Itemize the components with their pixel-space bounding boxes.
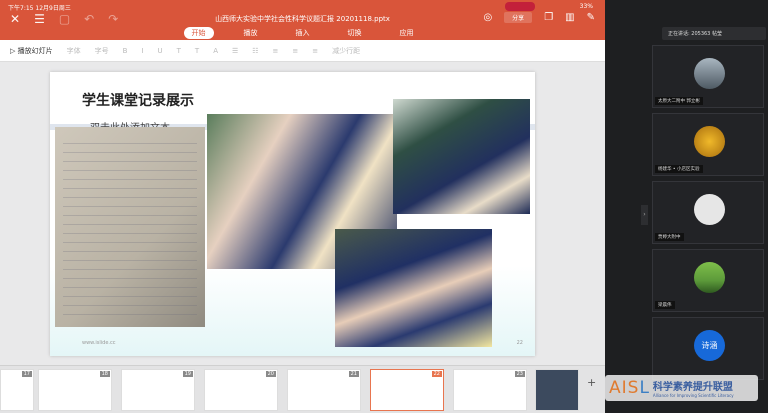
align-left-icon[interactable]: ≡ (273, 47, 279, 55)
participant-tile[interactable]: 杨建华 • 小店区实验 (652, 113, 764, 176)
align-center-icon[interactable]: ≡ (292, 47, 298, 55)
participant-name: 杨建华 • 小店区实验 (655, 165, 703, 173)
collapse-panel-icon[interactable]: › (641, 205, 648, 225)
font-size-select[interactable]: 字号 (95, 46, 109, 56)
status-time: 下午7:15 12月9日周三 (8, 5, 71, 12)
slide-title[interactable]: 学生课堂记录展示 (82, 90, 194, 110)
font-select[interactable]: 字体 (67, 46, 81, 56)
avatar (694, 126, 725, 157)
avatar (694, 194, 725, 225)
tab-apps[interactable]: 应用 (392, 27, 422, 39)
thumbnail-strip: 17 18 19 20 21 22 23 + (0, 365, 605, 413)
thumbnail[interactable] (535, 369, 579, 411)
tab-insert[interactable]: 插入 (288, 27, 318, 39)
slide-number: 22 (516, 340, 523, 346)
recording-indicator (505, 2, 535, 11)
align-right-icon[interactable]: ≡ (312, 47, 318, 55)
participant-name: 太原大二附中 郭立彬 (655, 97, 703, 105)
notes-lines (63, 135, 197, 319)
speaking-indicator: 正在讲话: 205363 帖莹 (662, 27, 766, 40)
header: 下午7:15 12月9日周三 33% ✕ ☰ ▢ ↶ ↷ 山西师大实验中学社会性… (0, 0, 605, 40)
underline-button[interactable]: U (158, 47, 163, 55)
participant-tile[interactable]: 诗涵 (652, 317, 764, 380)
tab-play[interactable]: 播放 (236, 27, 266, 39)
italic-button[interactable]: I (141, 47, 143, 55)
logo-letter-l: L (639, 378, 649, 398)
bullet-list-icon[interactable]: ☰ (232, 47, 238, 55)
thumbnail-active[interactable]: 22 (370, 369, 444, 411)
photo-classroom-3[interactable] (335, 229, 492, 347)
line-spacing-button[interactable]: 减少行距 (332, 46, 360, 56)
thumbnail[interactable]: 21 (287, 369, 361, 411)
font-color-button[interactable]: A (213, 47, 218, 55)
add-slide-icon[interactable]: + (587, 376, 596, 389)
book-icon[interactable]: ▥ (565, 12, 574, 23)
thumbnail[interactable]: 20 (204, 369, 278, 411)
number-list-icon[interactable]: ☷ (252, 47, 258, 55)
participant-name: 贾婷大附中 (655, 233, 684, 241)
thumbnail[interactable]: 18 (38, 369, 112, 411)
avatar: 诗涵 (694, 330, 725, 361)
collab-icon[interactable]: ◎ (483, 12, 492, 23)
slide-canvas[interactable]: 学生课堂记录展示 双击此处添加文本 www.islide.cc 22 (50, 72, 535, 356)
avatar (694, 262, 725, 293)
subscript-button[interactable]: T (195, 47, 199, 55)
toolbar: ▷ 播放幻灯片 字体 字号 B I U T T A ☰ ☷ ≡ ≡ ≡ 减少行距 (0, 40, 605, 62)
superscript-button[interactable]: T (177, 47, 181, 55)
bold-button[interactable]: B (123, 47, 128, 55)
share-button[interactable]: 分享 (504, 12, 533, 23)
thumbnail[interactable]: 19 (121, 369, 195, 411)
participant-name: 梁晨伟 (655, 301, 675, 309)
tab-start[interactable]: 开始 (183, 27, 214, 39)
presentation-app: 下午7:15 12月9日周三 33% ✕ ☰ ▢ ↶ ↷ 山西师大实验中学社会性… (0, 0, 605, 413)
participant-tile[interactable]: 贾婷大附中 (652, 181, 764, 244)
photo-notes[interactable] (55, 127, 205, 327)
play-slideshow-label: 播放幻灯片 (17, 46, 53, 55)
logo-letters-ais: AIS (609, 378, 640, 398)
logo-cn: 科学素养提升联盟 (652, 382, 733, 393)
tab-transition[interactable]: 切换 (340, 27, 370, 39)
copy-icon[interactable]: ❐ (544, 12, 553, 23)
participant-tile[interactable]: 太原大二附中 郭立彬 (652, 45, 764, 108)
thumbnail[interactable]: 23 (453, 369, 527, 411)
thumbnail[interactable]: 17 (0, 369, 34, 411)
battery: 33% (579, 3, 593, 10)
logo-en: Alliance for Improving Scientific Litera… (652, 393, 734, 398)
pen-icon[interactable]: ✎ (587, 12, 595, 23)
participant-tile[interactable]: 梁晨伟 (652, 249, 764, 312)
aisl-logo-watermark: AIS L 科学素养提升联盟 Alliance for Improving Scie… (605, 375, 758, 401)
play-slideshow-button[interactable]: ▷ 播放幻灯片 (10, 46, 53, 56)
slide-footer: www.islide.cc (82, 340, 116, 346)
avatar (694, 58, 725, 89)
photo-classroom-2[interactable] (393, 99, 530, 214)
